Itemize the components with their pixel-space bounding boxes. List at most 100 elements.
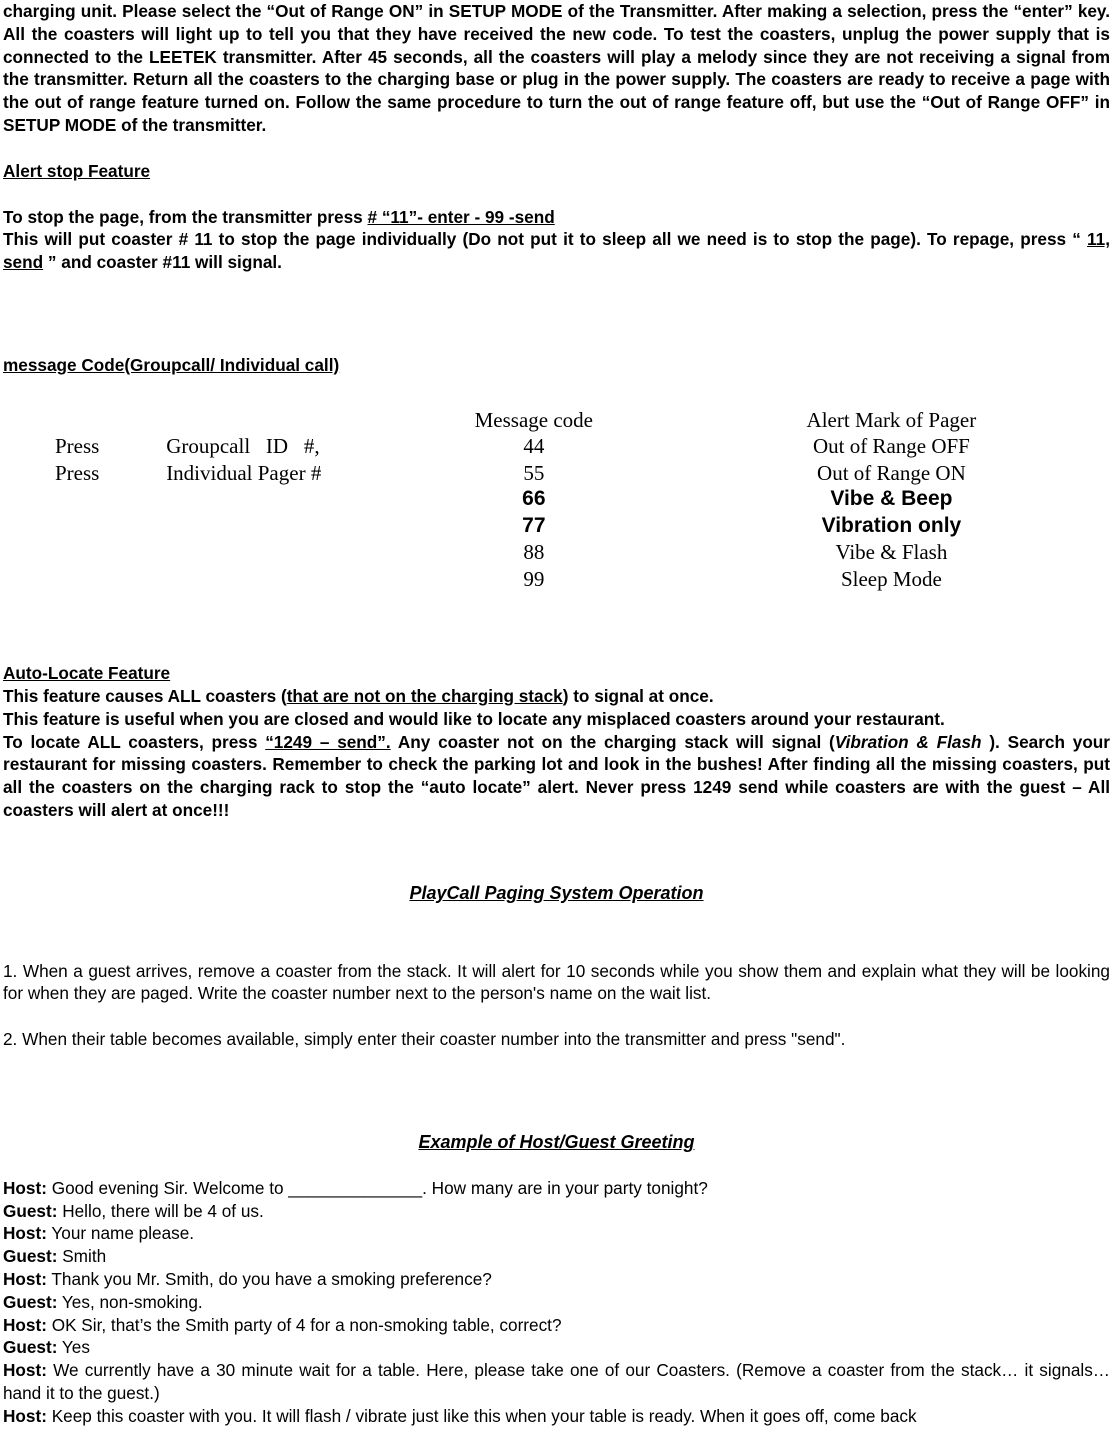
row-target: Individual Pager # [166,460,322,485]
table-header-row: Message code Alert Mark of Pager [0,407,1113,434]
message-code-heading-text: message Code(Groupcall/ Individual call) [3,354,340,375]
dialogue-speaker: Guest: [3,1246,58,1267]
dialogue-text: Your name please. [46,1223,195,1244]
row-press: Press [55,460,100,485]
operation-heading: PlayCall Paging System Operation [0,882,1113,905]
table-row: 77 Vibration only [0,513,1113,540]
dialogue-speaker: Host: [3,1360,47,1381]
dialogue-speaker: Host: [3,1223,47,1244]
row-target [166,539,398,566]
row-press [0,486,166,513]
row-alert: Vibration only [821,513,962,537]
dialogue-line: Guest: Hello, there will be 4 of us. [3,1200,1110,1223]
operation-step-2: 2. When their table becomes available, s… [3,1029,846,1050]
table-row: Press Groupcall ID #, 44 Out of Range OF… [0,433,1113,460]
row-target [166,513,398,540]
dialogue-text: Yes, non-smoking. [57,1291,203,1312]
auto-locate-body-underlined: “1249 – send”. [265,731,391,752]
dialogue-speaker: Guest: [3,1200,58,1221]
intro-paragraph: charging unit. Please select the “Out of… [3,1,1110,135]
alert-stop-line-1-underlined: # “11”- enter - 99 -send [367,206,555,227]
document-page: charging unit. Please select the “Out of… [0,0,1113,1435]
greeting-heading: Example of Host/Guest Greeting [0,1131,1113,1154]
row-press: Press [55,434,100,459]
message-code-heading: message Code(Groupcall/ Individual call) [3,354,1110,377]
table-row: 99 Sleep Mode [0,566,1113,593]
dialogue-speaker: Host: [3,1405,47,1426]
row-code: 77 [522,513,546,537]
dialogue-line: Host: Good evening Sir. Welcome to _____… [3,1177,1110,1200]
table-row: Press Individual Pager # 55 Out of Range… [0,460,1113,487]
alert-stop-line-1: To stop the page, from the transmitter p… [3,206,1110,229]
table-row: 66 Vibe & Beep [0,486,1113,513]
row-code: 99 [523,566,545,591]
dialogue-line: Guest: Yes [3,1336,1110,1359]
operation-step-1: 1. When a guest arrives, remove a coaste… [3,960,1110,1004]
auto-locate-heading-text: Auto-Locate Feature [3,663,171,684]
dialogue-text: Keep this coaster with you. It will flas… [46,1405,917,1426]
alert-stop-line-2-suffix: ” and coaster #11 will signal. [43,252,282,273]
row-press [0,539,166,566]
row-target: Groupcall ID #, [166,434,320,459]
auto-locate-line-1: This feature causes ALL coasters (that a… [3,685,1110,708]
alert-stop-heading-text: Alert stop Feature [3,160,151,181]
alert-stop-line-1-prefix: To stop the page, from the transmitter p… [3,206,368,227]
auto-locate-body-mid: Any coaster not on the charging stack wi… [390,731,835,752]
dialogue-line: Host: We currently have a 30 minute wait… [3,1359,1110,1405]
dialogue-speaker: Guest: [3,1291,58,1312]
dialogue-line: Guest: Yes, non-smoking. [3,1291,1110,1314]
dialogue-text: Hello, there will be 4 of us. [57,1200,264,1221]
message-code-table: Message code Alert Mark of Pager Press G… [0,407,1113,593]
auto-locate-heading: Auto-Locate Feature [3,662,1110,685]
row-code: 88 [523,540,545,565]
auto-locate-line-1-suffix: ) to signal at once. [562,686,714,707]
greeting-heading-text: Example of Host/Guest Greeting [418,1132,695,1153]
auto-locate-body-italic: Vibration & Flash [834,731,982,752]
dialogue-line: Host: OK Sir, that’s the Smith party of … [3,1314,1110,1337]
row-alert: Sleep Mode [840,566,942,591]
row-code: 66 [522,487,546,511]
auto-locate-line-1-underlined: that are not on the charging stack [286,686,563,707]
row-code: 44 [523,434,545,459]
alert-stop-heading: Alert stop Feature [3,160,1110,183]
auto-locate-body-prefix: To locate ALL coasters, press [3,731,266,752]
row-target [166,566,398,593]
auto-locate-body: To locate ALL coasters, press “1249 – se… [3,731,1110,822]
dialogue-text: Yes [57,1337,90,1358]
alert-stop-line-2: This will put coaster # 11 to stop the p… [3,228,1110,274]
dialogue-speaker: Guest: [3,1337,58,1358]
header-alert-mark: Alert Mark of Pager [806,407,977,432]
dialogue-speaker: Host: [3,1177,47,1198]
header-blank-press [0,407,166,434]
dialogue-text: Thank you Mr. Smith, do you have a smoki… [46,1269,492,1290]
dialogue-text: Good evening Sir. Welcome to ___________… [46,1177,708,1198]
auto-locate-line-1-prefix: This feature causes ALL coasters ( [3,686,287,707]
dialogue-line: Host: Your name please. [3,1222,1110,1245]
row-code: 55 [523,460,545,485]
auto-locate-line-2: This feature is useful when you are clos… [3,708,945,729]
row-press [0,566,166,593]
dialogue-line: Guest: Smith [3,1245,1110,1268]
dialogue-text: We currently have a 30 minute wait for a… [3,1360,1110,1403]
row-alert: Vibe & Flash [835,540,948,565]
header-blank-target [166,407,398,434]
dialogue-speaker: Host: [3,1269,47,1290]
dialogue-line: Host: Thank you Mr. Smith, do you have a… [3,1268,1110,1291]
table-row: 88 Vibe & Flash [0,539,1113,566]
dialogue-line: Host: Keep this coaster with you. It wil… [3,1405,1110,1428]
dialogue-text: OK Sir, that’s the Smith party of 4 for … [46,1314,562,1335]
row-alert: Out of Range ON [817,460,966,485]
row-alert: Out of Range OFF [812,434,970,459]
row-press [0,513,166,540]
row-target [166,486,398,513]
